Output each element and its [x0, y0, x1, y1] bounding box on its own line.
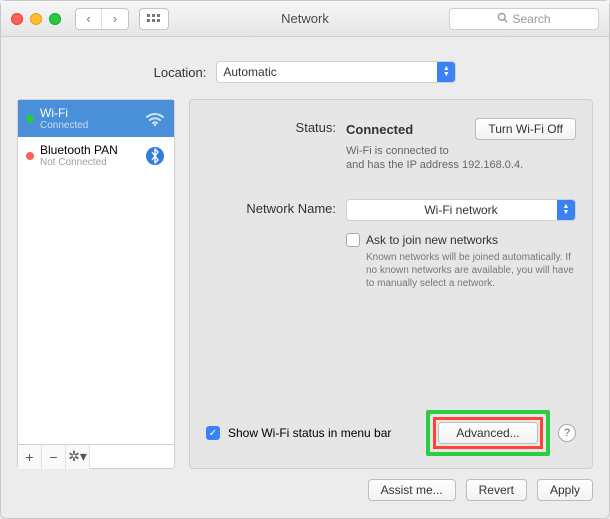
status-value: Connected: [346, 122, 413, 137]
apply-button[interactable]: Apply: [537, 479, 593, 501]
service-status: Not Connected: [40, 157, 138, 168]
sidebar-item-bluetooth[interactable]: Bluetooth PAN Not Connected: [18, 137, 174, 174]
sidebar-item-wifi[interactable]: Wi-Fi Connected: [18, 100, 174, 137]
revert-button[interactable]: Revert: [466, 479, 527, 501]
wifi-toggle-button[interactable]: Turn Wi-Fi Off: [475, 118, 576, 140]
location-label: Location:: [154, 65, 207, 80]
service-status: Connected: [40, 120, 138, 131]
nav-buttons: ‹ ›: [75, 8, 129, 30]
minimize-icon[interactable]: [30, 13, 42, 25]
show-status-label: Show Wi-Fi status in menu bar: [228, 426, 391, 440]
show-status-checkbox[interactable]: ✓: [206, 426, 220, 440]
network-name-value: Wi-Fi network: [353, 203, 569, 217]
status-dot-icon: [26, 152, 34, 160]
grid-icon: [147, 14, 161, 24]
ask-join-checkbox[interactable]: [346, 233, 360, 247]
status-sub: Wi-Fi is connected to and has the IP add…: [346, 144, 576, 173]
service-sidebar: Wi-Fi Connected Bluetooth PAN Not Connec…: [17, 99, 175, 469]
status-label: Status:: [206, 118, 346, 135]
ask-join-note: Known networks will be joined automatica…: [366, 251, 576, 290]
network-name-label: Network Name:: [206, 199, 346, 216]
chevron-updown-icon: ▲▼: [557, 200, 575, 220]
location-value: Automatic: [223, 65, 276, 79]
service-name: Bluetooth PAN: [40, 143, 138, 157]
network-name-select[interactable]: Wi-Fi network ▲▼: [346, 199, 576, 221]
back-button[interactable]: ‹: [76, 9, 102, 29]
search-input[interactable]: Search: [449, 8, 599, 30]
location-select[interactable]: Automatic ▲▼: [216, 61, 456, 83]
chevron-updown-icon: ▲▼: [437, 62, 455, 82]
gear-icon: ✲▾: [68, 448, 87, 464]
remove-service-button[interactable]: −: [42, 445, 66, 469]
help-button[interactable]: ?: [558, 424, 576, 442]
bluetooth-icon: [144, 145, 166, 167]
search-placeholder: Search: [512, 12, 550, 26]
wifi-icon: [144, 108, 166, 130]
assist-button[interactable]: Assist me...: [368, 479, 456, 501]
forward-button[interactable]: ›: [102, 9, 128, 29]
advanced-button[interactable]: Advanced...: [438, 422, 538, 444]
advanced-highlight: Advanced...: [426, 410, 550, 456]
search-icon: [497, 12, 508, 26]
zoom-icon[interactable]: [49, 13, 61, 25]
add-service-button[interactable]: +: [18, 445, 42, 469]
ask-join-label: Ask to join new networks: [366, 233, 576, 247]
service-name: Wi-Fi: [40, 106, 138, 120]
show-all-button[interactable]: [139, 8, 169, 30]
detail-panel: Status: Connected Turn Wi-Fi Off Wi-Fi i…: [189, 99, 593, 469]
close-icon[interactable]: [11, 13, 23, 25]
action-menu-button[interactable]: ✲▾: [66, 445, 90, 469]
status-dot-icon: [26, 115, 34, 123]
